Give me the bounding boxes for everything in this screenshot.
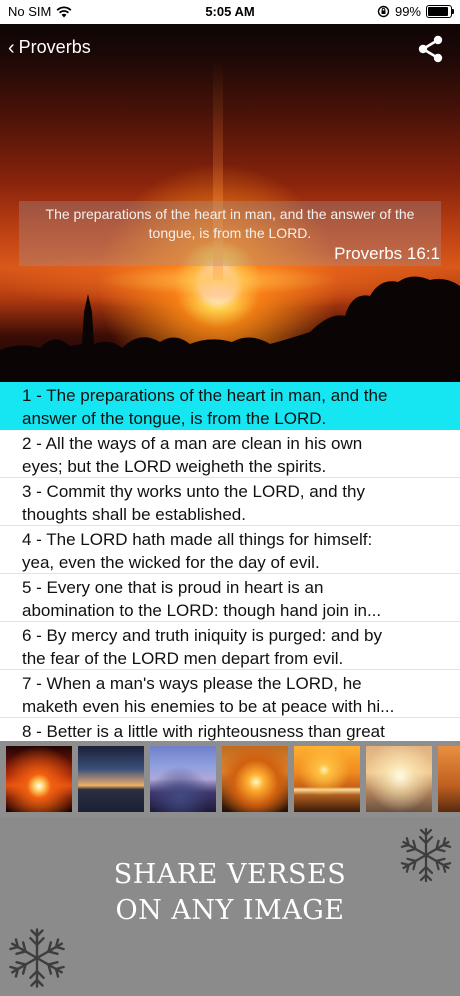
- overlay-verse-text: The preparations of the heart in man, an…: [45, 206, 415, 241]
- status-bar: No SIM 5:05 AM 99%: [0, 0, 460, 24]
- overlay-verse-reference: Proverbs 16:1: [334, 244, 440, 263]
- snowflake-icon: [9, 928, 65, 988]
- snowflake-icon: [400, 827, 452, 883]
- background-thumbnail[interactable]: [438, 746, 460, 812]
- list-item[interactable]: 8 - Better is a little with righteousnes…: [0, 718, 460, 742]
- chevron-left-icon: ‹: [8, 36, 15, 59]
- background-thumbnail[interactable]: [78, 746, 144, 812]
- background-thumbnail[interactable]: [222, 746, 288, 812]
- verse-list[interactable]: 1 - The preparations of the heart in man…: [0, 382, 460, 742]
- promo-line-1: SHARE VERSES: [113, 859, 347, 890]
- back-button[interactable]: ‹ Proverbs: [8, 37, 91, 58]
- orientation-lock-icon: [377, 5, 390, 18]
- list-item[interactable]: 3 - Commit thy works unto the LORD, and …: [0, 478, 460, 526]
- share-icon[interactable]: [416, 34, 446, 64]
- tree-silhouette: [0, 276, 460, 382]
- list-item[interactable]: 5 - Every one that is proud in heart is …: [0, 574, 460, 622]
- share-verses-banner[interactable]: SHARE VERSES ON ANY IMAGE: [0, 817, 460, 996]
- list-item[interactable]: 6 - By mercy and truth iniquity is purge…: [0, 622, 460, 670]
- background-thumbnail[interactable]: [150, 746, 216, 812]
- list-item[interactable]: 4 - The LORD hath made all things for hi…: [0, 526, 460, 574]
- list-item[interactable]: 2 - All the ways of a man are clean in h…: [0, 430, 460, 478]
- promo-line-2: ON ANY IMAGE: [115, 895, 345, 926]
- background-thumbnail[interactable]: [294, 746, 360, 812]
- back-label: Proverbs: [18, 37, 91, 57]
- battery-icon: [426, 5, 454, 18]
- battery-percent: 99%: [394, 4, 421, 19]
- background-thumbnail[interactable]: [366, 746, 432, 812]
- background-thumbnail[interactable]: [6, 746, 72, 812]
- list-item[interactable]: 1 - The preparations of the heart in man…: [0, 382, 460, 430]
- list-item[interactable]: 7 - When a man's ways please the LORD, h…: [0, 670, 460, 718]
- background-thumbnail-strip[interactable]: [0, 741, 460, 817]
